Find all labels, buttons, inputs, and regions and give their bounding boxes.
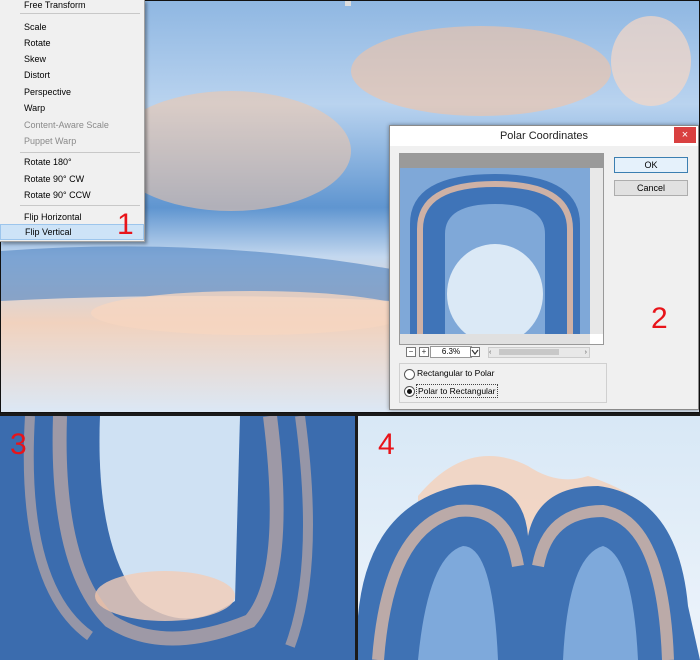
double-arch-result-image [358,416,700,660]
menu-item-distort[interactable]: Distort [0,67,144,83]
conversion-options: Rectangular to Polar Polar to Rectangula… [399,363,607,403]
scrollbar-thumb[interactable] [499,349,559,355]
menu-item-scale[interactable]: Scale [0,19,144,35]
dialog-title: Polar Coordinates [390,126,698,146]
scroll-left-icon[interactable]: ‹ [489,349,491,356]
menu-item-rotate-90-cw[interactable]: Rotate 90° CW [0,171,144,187]
polar-coordinates-dialog: Polar Coordinates × − + 6.3% ‹ › OK Canc… [389,125,699,410]
menu-separator [20,205,140,206]
rect-to-polar-label[interactable]: Rectangular to Polar [417,367,495,379]
step-number-1: 1 [117,208,134,241]
menu-item-content-aware-scale: Content-Aware Scale [24,120,109,130]
menu-item-rotate-180[interactable]: Rotate 180° [0,154,144,170]
arch-result-panel [0,416,355,660]
scroll-right-icon[interactable]: › [585,349,587,356]
arch-result-image [0,416,355,660]
close-icon[interactable]: × [674,127,696,143]
preview-image [400,154,603,344]
menu-item-perspective[interactable]: Perspective [0,84,144,100]
zoom-level-field[interactable]: 6.3% [430,346,472,358]
menu-separator [20,13,140,14]
menu-item-rotate[interactable]: Rotate [0,35,144,51]
menu-item-rotate-90-ccw[interactable]: Rotate 90° CCW [0,187,144,203]
menu-separator [20,152,140,153]
step-number-4: 4 [378,428,395,461]
filter-preview[interactable] [399,153,604,345]
step-number-3: 3 [10,428,27,461]
menu-item-warp[interactable]: Warp [0,100,144,116]
cancel-button[interactable]: Cancel [614,180,688,196]
preview-scrollbar[interactable]: ‹ › [488,347,590,358]
step-number-2: 2 [651,302,668,335]
double-arch-result-panel [358,416,700,660]
chevron-down-icon[interactable] [470,347,480,357]
polar-to-rect-label[interactable]: Polar to Rectangular [416,384,498,398]
transform-context-menu: Free Transform Scale Rotate Skew Distort… [0,0,145,242]
ok-button[interactable]: OK [614,157,688,173]
menu-item-skew[interactable]: Skew [0,51,144,67]
zoom-out-icon[interactable]: − [406,347,416,357]
polar-to-rect-radio[interactable] [404,386,415,397]
menu-item-puppet-warp: Puppet Warp [24,136,77,146]
zoom-in-icon[interactable]: + [419,347,429,357]
menu-item-free-transform[interactable]: Free Transform [0,0,144,13]
rect-to-polar-radio[interactable] [404,369,415,380]
